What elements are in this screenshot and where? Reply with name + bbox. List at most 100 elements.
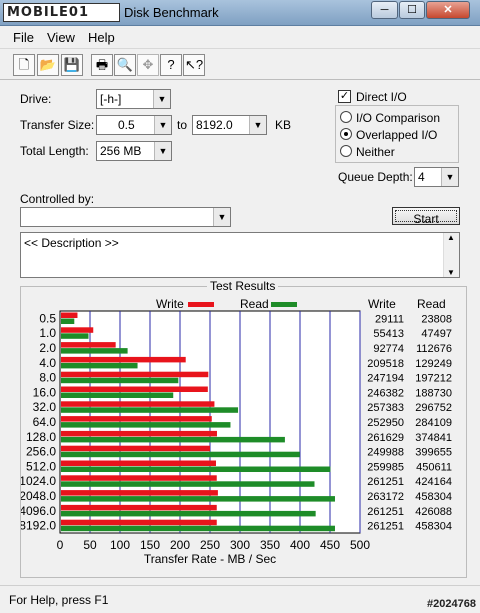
write-bar [61, 401, 215, 407]
row-label: 0.5 [39, 311, 56, 325]
write-value: 55413 [373, 328, 404, 340]
read-bar [61, 362, 138, 369]
transfer-size-from-select[interactable]: 0.5 ▼ [96, 115, 172, 135]
read-value: 374841 [415, 432, 452, 444]
io-comparison-radio[interactable] [340, 111, 352, 123]
read-bar [61, 333, 89, 339]
controlled-by-label: Controlled by: [20, 192, 95, 206]
toolbar: 🗋 📂 💾 🖶 🔍 ✥ ? ↖? [0, 48, 480, 80]
transfer-from-value: 0.5 [118, 118, 135, 132]
read-value: 426088 [415, 506, 452, 518]
write-value: 259985 [367, 461, 404, 473]
queue-depth-value: 4 [418, 170, 425, 184]
read-bar [61, 377, 179, 384]
write-value: 261251 [367, 476, 404, 488]
context-help-icon[interactable]: ↖? [183, 54, 205, 76]
new-document-icon[interactable]: 🗋 [13, 54, 35, 76]
save-icon[interactable]: 💾 [61, 54, 83, 76]
row-label: 2048.0 [21, 489, 56, 503]
transfer-rate-chart: 0 50 100 150 200 250 300 350 400 450 500 Transfer R… [21, 310, 452, 566]
open-folder-icon[interactable]: 📂 [37, 54, 59, 76]
overlapped-io-label: Overlapped I/O [356, 128, 438, 142]
read-value: 197212 [415, 373, 452, 385]
read-bar [61, 407, 239, 413]
menu-file[interactable]: File [13, 30, 34, 45]
write-bar [61, 475, 217, 481]
title-bar[interactable]: MOBILE01 Disk Benchmark ─ ☐ ✕ [0, 0, 480, 26]
row-label: 16.0 [33, 385, 57, 399]
x-tick-label: 450 [320, 538, 340, 552]
transfer-size-label: Transfer Size: [20, 118, 95, 132]
maximize-button[interactable]: ☐ [399, 1, 425, 19]
neither-label: Neither [356, 145, 395, 159]
queue-depth-label: Queue Depth: [338, 170, 413, 184]
queue-depth-select[interactable]: 4 ▼ [414, 167, 459, 187]
read-value: 188730 [415, 387, 452, 399]
description-scrollbar[interactable]: ▲ ▼ [443, 233, 459, 277]
read-value: 399655 [415, 447, 452, 459]
window-title: Disk Benchmark [124, 5, 219, 20]
write-bar [61, 327, 94, 333]
controlled-by-select[interactable]: ▼ [20, 207, 231, 227]
x-tick-label: 50 [83, 538, 97, 552]
watermark-text: #2024768 [427, 598, 476, 610]
row-label: 64.0 [33, 415, 57, 429]
write-bar [61, 460, 216, 466]
write-value: 257383 [367, 402, 404, 414]
direct-io-label: Direct I/O [356, 90, 407, 104]
write-value: 252950 [367, 417, 404, 429]
write-bar [61, 430, 217, 437]
read-bar [61, 392, 174, 398]
read-bar [61, 525, 335, 532]
transfer-size-to-select[interactable]: 8192.0 ▼ [192, 115, 267, 135]
write-bar [61, 371, 209, 378]
minimize-button[interactable]: ─ [371, 1, 398, 19]
print-icon[interactable]: 🖶 [91, 54, 113, 76]
x-tick-label: 350 [260, 538, 280, 552]
write-value: 261629 [367, 432, 404, 444]
neither-radio[interactable] [340, 145, 352, 157]
overlapped-io-radio[interactable] [340, 128, 352, 140]
drive-select[interactable]: [-h-] ▼ [96, 89, 171, 109]
direct-io-checkbox[interactable]: ✓ [338, 90, 351, 103]
print-preview-icon[interactable]: 🔍 [114, 54, 136, 76]
start-button[interactable]: Start [392, 207, 460, 226]
scroll-up-icon[interactable]: ▲ [447, 233, 455, 242]
read-bar [61, 348, 128, 354]
close-button[interactable]: ✕ [426, 1, 470, 19]
write-value: 92774 [373, 343, 404, 355]
scroll-down-icon[interactable]: ▼ [447, 268, 455, 277]
total-length-select[interactable]: 256 MB ▼ [96, 141, 172, 161]
menu-help[interactable]: Help [88, 30, 115, 45]
test-results-group: Test Results Write Read Write Read 0 50 10… [20, 279, 467, 578]
description-textarea[interactable]: << Description >> ▲ ▼ [20, 232, 460, 278]
row-label: 32.0 [33, 400, 57, 414]
read-value: 458304 [415, 521, 452, 533]
drive-label: Drive: [20, 92, 52, 106]
write-bar [61, 519, 217, 526]
row-label: 1024.0 [21, 474, 56, 488]
app-logo: MOBILE01 [3, 3, 120, 22]
chevron-down-icon: ▼ [213, 208, 230, 226]
menu-bar: File View Help [0, 26, 480, 48]
menu-view[interactable]: View [47, 30, 75, 45]
move-icon: ✥ [137, 54, 159, 76]
write-value: 209518 [367, 358, 404, 370]
main-panel: Drive: [-h-] ▼ Transfer Size: 0.5 ▼ to 8… [0, 80, 480, 585]
read-bar [61, 436, 285, 443]
row-label: 128.0 [26, 430, 56, 444]
read-bar [61, 481, 315, 487]
write-value: 29111 [375, 313, 404, 325]
total-length-label: Total Length: [20, 144, 89, 158]
x-tick-label: 0 [57, 538, 64, 552]
read-bar [61, 318, 75, 324]
chevron-down-icon: ▼ [249, 116, 266, 134]
help-icon[interactable]: ? [160, 54, 182, 76]
write-bar [61, 490, 218, 496]
transfer-to-value: 8192.0 [196, 118, 233, 132]
x-tick-label: 200 [170, 538, 190, 552]
row-label: 2.0 [39, 341, 56, 355]
read-bar [61, 422, 231, 428]
write-value: 246382 [367, 387, 404, 399]
write-bar [61, 504, 217, 511]
